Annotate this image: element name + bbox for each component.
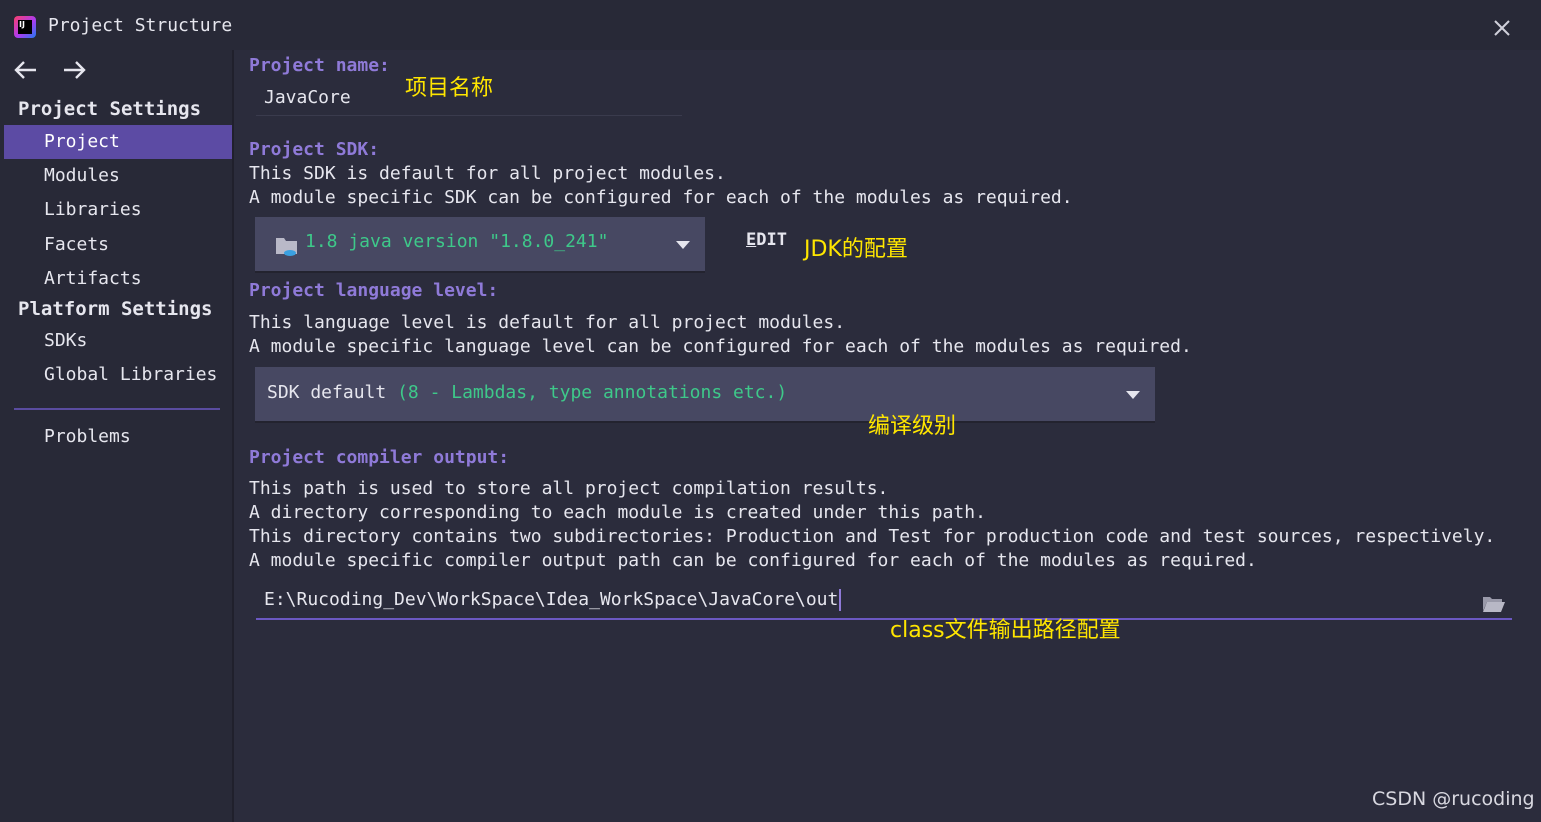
sidebar-item-project[interactable]: Project [4,125,232,159]
language-level-label: Project language level: [249,280,499,301]
text-caret [839,589,842,611]
annotation-compile-level: 编译级别 [868,414,957,439]
compiler-output-desc-2: A directory corresponding to each module… [249,502,986,523]
close-icon[interactable] [1488,14,1516,42]
annotation-class-output: class文件输出路径配置 [890,618,1121,643]
language-level-desc-1: This language level is default for all p… [249,312,846,333]
platform-settings-title: Platform Settings [18,298,213,320]
window-title: Project Structure [48,15,233,36]
language-level-detail: (8 - Lambdas, type annotations etc.) [397,382,788,403]
annotation-jdk-config: JDK的配置 [804,237,908,262]
project-sdk-desc-1: This SDK is default for all project modu… [249,163,726,184]
language-level-selected: SDK default (8 - Lambdas, type annotatio… [267,382,787,403]
sidebar-item-global-libraries[interactable]: Global Libraries [4,358,232,392]
project-sdk-label: Project SDK: [249,139,380,160]
compiler-output-path: E:\Rucoding_Dev\WorkSpace\Idea_WorkSpace… [264,589,839,610]
sdk-folder-icon [275,235,299,261]
sidebar-item-facets[interactable]: Facets [4,228,232,262]
compiler-output-input[interactable]: E:\Rucoding_Dev\WorkSpace\Idea_WorkSpace… [256,582,1512,620]
project-structure-dialog: Project Structure Project [0,0,1541,822]
folder-open-icon[interactable] [1482,591,1506,612]
chevron-down-icon [676,241,690,249]
back-arrow-icon[interactable] [12,58,40,82]
project-sdk-desc-2: A module specific SDK can be configured … [249,187,1073,208]
project-sdk-dropdown[interactable]: 1.8 java version "1.8.0_241" [255,217,705,271]
sidebar-item-problems[interactable]: Problems [4,420,232,454]
compiler-output-desc-3: This directory contains two subdirectori… [249,526,1496,547]
watermark: CSDN @rucoding [1372,788,1535,810]
sidebar-item-libraries[interactable]: Libraries [4,193,232,227]
nav-arrows [12,58,98,84]
annotation-project-name: 项目名称 [405,76,494,101]
language-level-desc-2: A module specific language level can be … [249,336,1192,357]
edit-label-rest: DIT [756,230,787,250]
compiler-output-desc-1: This path is used to store all project c… [249,478,889,499]
sidebar-item-modules[interactable]: Modules [4,159,232,193]
title-bar: Project Structure [0,0,1541,50]
edit-mnemonic: E [746,230,757,250]
language-level-main: SDK default [267,382,387,403]
intellij-app-icon [14,16,36,38]
project-sdk-selected: 1.8 java version "1.8.0_241" [305,231,609,252]
compiler-output-desc-4: A module specific compiler output path c… [249,550,1257,571]
chevron-down-icon [1126,391,1140,399]
sidebar-divider [14,408,220,410]
main-panel: Project name: JavaCore Project SDK: This… [234,50,1541,822]
sidebar-item-artifacts[interactable]: Artifacts [4,262,232,296]
sdk-edit-link[interactable]: EDIT [746,230,787,250]
sidebar-item-sdks[interactable]: SDKs [4,324,232,358]
forward-arrow-icon[interactable] [60,58,88,82]
compiler-output-label: Project compiler output: [249,447,510,468]
project-settings-title: Project Settings [18,98,202,120]
language-level-dropdown[interactable]: SDK default (8 - Lambdas, type annotatio… [255,367,1155,421]
sidebar: Project Settings Project Modules Librari… [0,50,234,822]
project-name-label: Project name: [249,55,390,76]
